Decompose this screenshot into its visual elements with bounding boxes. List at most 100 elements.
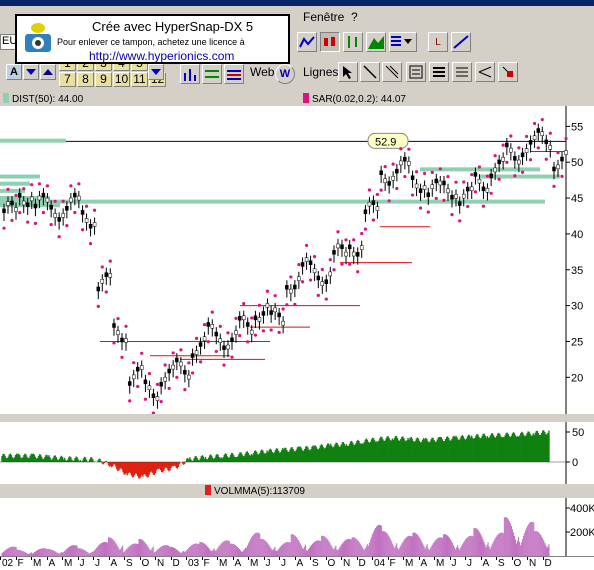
- a-icon: A: [10, 66, 18, 78]
- x-tick: [356, 557, 358, 560]
- indicator-dropdown[interactable]: [389, 32, 417, 52]
- candle-body: [69, 197, 73, 203]
- menu-window[interactable]: Fenêtre: [303, 10, 344, 24]
- period-11[interactable]: 11: [131, 72, 148, 87]
- candle-body: [226, 344, 230, 350]
- x-tick-label: N: [157, 558, 165, 569]
- candle-body: [320, 281, 325, 286]
- period-7[interactable]: 7: [59, 72, 76, 87]
- erase-tool[interactable]: [498, 62, 518, 82]
- x-tick-label: J: [265, 558, 271, 569]
- sar-dot: [77, 182, 81, 186]
- sar-dot: [250, 316, 254, 320]
- period-9[interactable]: 9: [95, 72, 112, 87]
- candle-body: [108, 273, 113, 278]
- ma-green-button[interactable]: [202, 64, 222, 84]
- period-dropdown[interactable]: [148, 64, 164, 80]
- a-button[interactable]: A: [6, 64, 22, 80]
- x-tick-label: A: [420, 558, 428, 569]
- candle-body: [17, 192, 22, 198]
- x-tick-label: M: [33, 558, 42, 569]
- fibonacci-tool[interactable]: [429, 62, 449, 82]
- sar-dot: [269, 328, 273, 332]
- green-lines-icon: [205, 70, 219, 78]
- fan-tool[interactable]: [475, 62, 495, 82]
- candle-body: [65, 206, 69, 211]
- sar-dot: [524, 134, 529, 139]
- candle-body: [37, 195, 42, 201]
- ma-red-button[interactable]: [224, 64, 244, 84]
- candle-chart-button[interactable]: [320, 32, 340, 52]
- stamp-subtitle: Pour enlever ce tampon, achetez une lice…: [57, 37, 245, 47]
- sar-dot: [234, 316, 238, 320]
- candle-body: [143, 379, 148, 385]
- volume-tick-label: 200K: [570, 527, 594, 539]
- sar-dot: [57, 235, 61, 239]
- period-8[interactable]: 8: [77, 72, 94, 87]
- sar-dot: [517, 146, 521, 150]
- sar-dot: [316, 293, 320, 297]
- candle-body: [481, 186, 486, 192]
- candle-body: [61, 213, 65, 218]
- period-10[interactable]: 10: [113, 72, 130, 87]
- candle-body: [6, 201, 10, 206]
- candle-body: [92, 222, 97, 227]
- sar-dot: [520, 170, 525, 174]
- stamp-url[interactable]: http://www.hyperionics.com: [89, 49, 234, 63]
- up-arrow-button[interactable]: [40, 64, 56, 80]
- candle-body: [147, 385, 152, 390]
- line-chart-button[interactable]: [297, 32, 317, 52]
- trend-tool-button[interactable]: [451, 32, 471, 52]
- sar-dot: [481, 204, 486, 208]
- web-button[interactable]: W: [275, 64, 295, 84]
- line-tool[interactable]: [360, 62, 380, 82]
- log-scale-button[interactable]: L: [428, 32, 448, 52]
- candle-body: [552, 166, 556, 172]
- sar-dot: [190, 371, 195, 375]
- sar-dot: [360, 231, 364, 236]
- sar-dot: [430, 170, 434, 175]
- parallel-tool[interactable]: [382, 62, 402, 82]
- sar-dot: [2, 226, 6, 230]
- candle-body: [399, 160, 403, 166]
- candle-body: [120, 337, 124, 343]
- sar-dot: [410, 193, 415, 197]
- sar-dot: [194, 336, 199, 340]
- x-tick-label: A: [482, 558, 490, 569]
- sar-dot: [489, 191, 493, 195]
- sar-dot: [505, 160, 509, 164]
- pointer-tool[interactable]: [338, 62, 358, 82]
- candle-body: [395, 168, 399, 174]
- candle-body: [363, 209, 368, 215]
- candle-body: [135, 366, 140, 372]
- candle-body: [560, 156, 564, 162]
- sar-dot: [418, 206, 423, 210]
- bar-chart-button[interactable]: [343, 32, 363, 52]
- sar-dot: [300, 280, 305, 284]
- candle-body: [328, 271, 333, 277]
- candle-body: [2, 208, 6, 214]
- oscillator-chart[interactable]: 0 50: [0, 422, 594, 484]
- hlines-tool[interactable]: [452, 62, 472, 82]
- down-arrow-button[interactable]: [23, 64, 39, 80]
- sar-dot: [293, 302, 297, 306]
- price-chart[interactable]: 20 25 30 35 40 45 50 55 52.9: [0, 106, 594, 414]
- x-tick: [480, 557, 482, 560]
- candle-body: [544, 139, 549, 145]
- sar-dot: [356, 270, 360, 274]
- sar-dot: [22, 187, 26, 191]
- volume-chart[interactable]: 400K 200K: [0, 498, 594, 556]
- candle-body: [434, 178, 439, 184]
- sar-dot: [65, 224, 69, 228]
- candle-body: [175, 357, 179, 363]
- x-tick-label: F: [203, 558, 210, 569]
- candle-body: [237, 315, 242, 321]
- candle-body: [53, 213, 57, 218]
- text-tool[interactable]: [406, 62, 426, 82]
- volume-button[interactable]: [180, 64, 200, 84]
- red-lines-icon: [227, 70, 241, 80]
- area-chart-button[interactable]: [366, 32, 386, 52]
- x-tick-label: J: [79, 558, 85, 569]
- menu-help[interactable]: ?: [351, 10, 358, 24]
- sar-dot: [92, 208, 97, 212]
